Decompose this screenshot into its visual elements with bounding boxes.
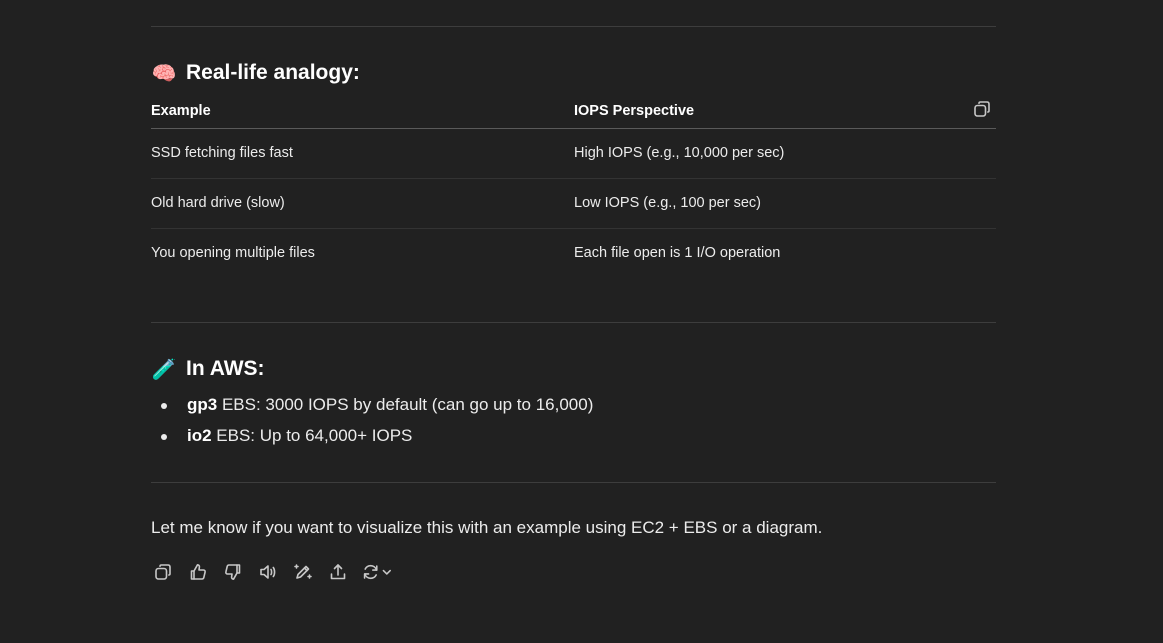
table-row: Old hard drive (slow) Low IOPS (e.g., 10… <box>151 179 996 229</box>
regenerate-button[interactable] <box>361 560 393 584</box>
brain-icon: 🧠 <box>151 61 177 85</box>
edit-in-canvas-button[interactable] <box>291 560 315 584</box>
closing-text: Let me know if you want to visualize thi… <box>151 518 823 537</box>
table-cell: SSD fetching files fast <box>151 145 293 161</box>
divider <box>151 26 996 27</box>
table-row: SSD fetching files fast High IOPS (e.g.,… <box>151 129 996 179</box>
pen-sparkle-icon <box>294 564 312 579</box>
header-example: Example <box>151 103 211 119</box>
read-aloud-button[interactable] <box>256 560 280 584</box>
thumbs-up-icon <box>190 564 206 580</box>
aws-title: In AWS: <box>186 357 265 380</box>
table-cell: High IOPS (e.g., 10,000 per sec) <box>574 145 785 161</box>
share-icon <box>330 564 346 580</box>
table-cell: Low IOPS (e.g., 100 per sec) <box>574 195 761 211</box>
analogy-title: Real-life analogy: <box>186 61 360 84</box>
list-item: gp3 EBS: 3000 IOPS by default (can go up… <box>151 392 593 423</box>
chevron-down-icon <box>383 569 392 575</box>
copy-icon[interactable] <box>972 99 992 119</box>
table-row: You opening multiple files Each file ope… <box>151 229 996 278</box>
message-actions <box>151 560 404 584</box>
volume-type: gp3 <box>187 395 218 414</box>
table-cell: Each file open is 1 I/O operation <box>574 245 781 261</box>
test-tube-icon: 🧪 <box>151 357 177 381</box>
volume-type: io2 <box>187 426 212 445</box>
table-header: Example IOPS Perspective <box>151 95 996 129</box>
good-response-button[interactable] <box>186 560 210 584</box>
volume-desc: EBS: Up to 64,000+ IOPS <box>211 426 413 445</box>
analogy-heading: 🧠 Real-life analogy: <box>151 60 360 86</box>
list-item: io2 EBS: Up to 64,000+ IOPS <box>151 423 593 454</box>
share-button[interactable] <box>326 560 350 584</box>
refresh-icon <box>363 564 378 580</box>
divider <box>151 482 996 483</box>
divider <box>151 322 996 323</box>
header-iops-perspective: IOPS Perspective <box>574 103 695 119</box>
analogy-table: Example IOPS Perspective SSD fetching fi… <box>151 95 996 278</box>
copy-icon <box>155 564 171 580</box>
thumbs-down-icon <box>225 564 241 580</box>
table-cell: Old hard drive (slow) <box>151 195 285 211</box>
table-cell: You opening multiple files <box>151 245 315 261</box>
aws-list: gp3 EBS: 3000 IOPS by default (can go up… <box>151 392 593 454</box>
bad-response-button[interactable] <box>221 560 245 584</box>
copy-button[interactable] <box>151 560 175 584</box>
speaker-icon <box>260 565 276 579</box>
aws-heading: 🧪 In AWS: <box>151 356 265 382</box>
volume-desc: EBS: 3000 IOPS by default (can go up to … <box>217 395 594 414</box>
